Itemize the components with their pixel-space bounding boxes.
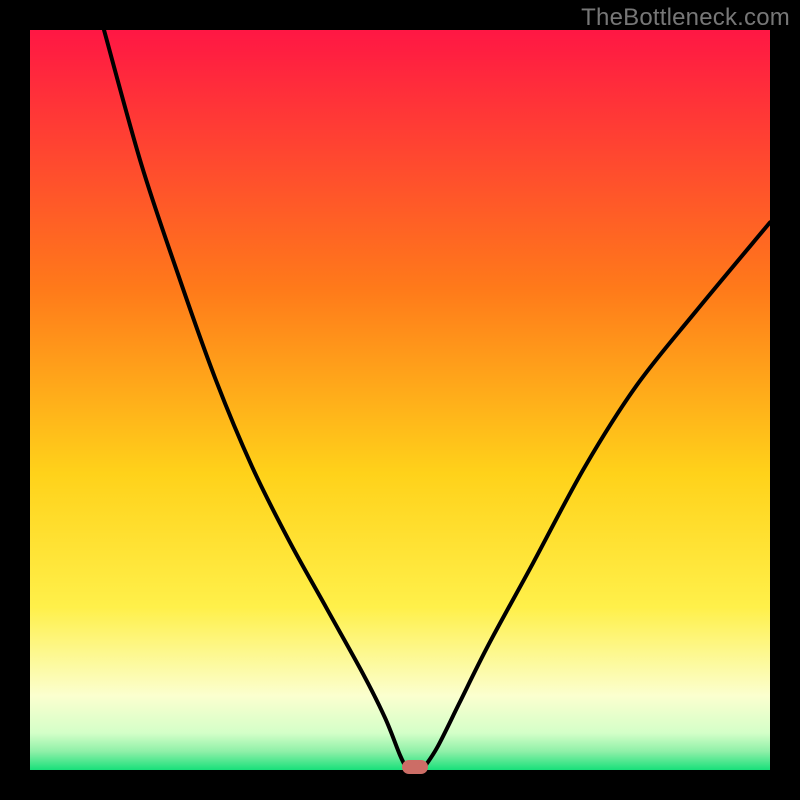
plot-svg	[30, 30, 770, 770]
chart-frame: TheBottleneck.com	[0, 0, 800, 800]
plot-area	[30, 30, 770, 770]
gradient-background	[30, 30, 770, 770]
optimal-marker	[402, 760, 428, 774]
watermark-text: TheBottleneck.com	[581, 4, 790, 32]
